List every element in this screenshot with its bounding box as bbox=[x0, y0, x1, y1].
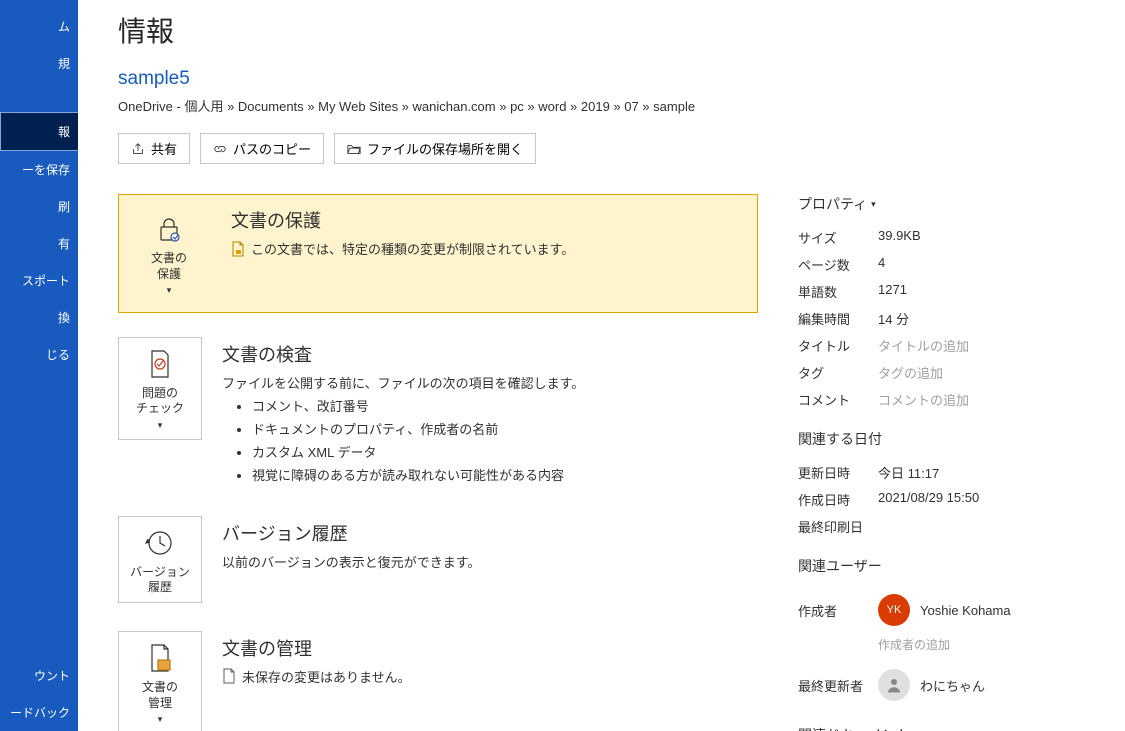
copy-path-button[interactable]: パスのコピー bbox=[200, 133, 324, 164]
prop-row-created: 作成日時 2021/08/29 15:50 bbox=[798, 486, 1078, 513]
related-dates-header: 関連する日付 bbox=[798, 429, 1078, 449]
prop-row-comments[interactable]: コメント コメントの追加 bbox=[798, 386, 1078, 413]
version-history-button[interactable]: バージョン 履歴 bbox=[118, 516, 202, 603]
sidebar-item-save-copy[interactable]: ーを保存 bbox=[0, 151, 78, 188]
inspect-title: 文書の検査 bbox=[222, 341, 758, 367]
prop-row-size: サイズ 39.9KB bbox=[798, 224, 1078, 251]
prop-row-title[interactable]: タイトル タイトルの追加 bbox=[798, 332, 1078, 359]
author-label: 作成者 bbox=[798, 601, 878, 620]
last-modified-user[interactable]: わにちゃん bbox=[878, 665, 985, 705]
share-icon bbox=[131, 142, 145, 156]
document-title: sample5 bbox=[118, 68, 1095, 90]
prop-row-pages: ページ数 4 bbox=[798, 251, 1078, 278]
sidebar-item-info[interactable]: 報 bbox=[0, 112, 78, 151]
breadcrumb: OneDrive - 個人用 » Documents » My Web Site… bbox=[118, 96, 1095, 115]
avatar: YK bbox=[878, 594, 910, 626]
protect-document-button[interactable]: 文書の 保護 ▾ bbox=[127, 203, 211, 304]
sidebar-item-print[interactable]: 刷 bbox=[0, 188, 78, 225]
manage-document-block: 文書の 管理 ▾ 文書の管理 未保存の変更はありません。 bbox=[118, 631, 758, 731]
manage-title: 文書の管理 bbox=[222, 635, 758, 661]
document-icon bbox=[222, 668, 236, 684]
version-desc: 以前のバージョンの表示と復元ができます。 bbox=[222, 552, 758, 571]
sidebar-item-transform[interactable]: 換 bbox=[0, 299, 78, 336]
chevron-down-icon: ▾ bbox=[167, 285, 172, 295]
prop-row-words: 単語数 1271 bbox=[798, 278, 1078, 305]
avatar bbox=[878, 669, 910, 701]
share-button[interactable]: 共有 bbox=[118, 133, 190, 164]
prop-row-modified: 更新日時 今日 11:17 bbox=[798, 459, 1078, 486]
sidebar-item-close[interactable]: じる bbox=[0, 336, 78, 373]
action-row: 共有 パスのコピー ファイルの保存場所を開く bbox=[118, 133, 1095, 164]
document-lock-icon bbox=[231, 241, 245, 257]
list-item: ドキュメントのプロパティ、作成者の名前 bbox=[252, 419, 758, 438]
check-document-icon bbox=[144, 348, 176, 380]
sidebar-item-share[interactable]: 有 bbox=[0, 225, 78, 262]
lock-icon bbox=[153, 213, 185, 245]
chevron-down-icon: ▾ bbox=[158, 420, 163, 430]
list-item: 視覚に障碍のある方が読み取れない可能性がある内容 bbox=[252, 465, 758, 484]
manage-desc: 未保存の変更はありません。 bbox=[242, 667, 411, 686]
main-panel: 情報 sample5 OneDrive - 個人用 » Documents » … bbox=[78, 0, 1125, 731]
list-item: コメント、改訂番号 bbox=[252, 396, 758, 415]
prop-row-edit-time: 編集時間 14 分 bbox=[798, 305, 1078, 332]
protect-desc: この文書では、特定の種類の変更が制限されています。 bbox=[251, 239, 574, 258]
backstage-sidebar: ム 規 報 ーを保存 刷 有 スポート 換 じる ウント ードバック bbox=[0, 0, 78, 731]
page-title: 情報 bbox=[118, 10, 1095, 50]
inspect-list: コメント、改訂番号 ドキュメントのプロパティ、作成者の名前 カスタム XML デ… bbox=[252, 396, 758, 484]
sidebar-item-export[interactable]: スポート bbox=[0, 262, 78, 299]
sidebar-item-account[interactable]: ウント bbox=[0, 657, 78, 694]
related-users-header: 関連ユーザー bbox=[798, 556, 1078, 576]
open-file-location-button[interactable]: ファイルの保存場所を開く bbox=[334, 133, 536, 164]
list-item: カスタム XML データ bbox=[252, 442, 758, 461]
version-title: バージョン履歴 bbox=[222, 520, 758, 546]
link-icon bbox=[213, 142, 227, 156]
author-user[interactable]: YK Yoshie Kohama bbox=[878, 590, 1011, 630]
inspect-desc: ファイルを公開する前に、ファイルの次の項目を確認します。 bbox=[222, 373, 758, 392]
properties-panel: プロパティ▾ サイズ 39.9KB ページ数 4 単語数 1271 編集時間 1… bbox=[798, 194, 1078, 731]
sidebar-item-new[interactable]: 規 bbox=[0, 45, 78, 82]
related-documents-header: 関連ドキュメント bbox=[798, 725, 1078, 731]
history-icon bbox=[144, 527, 176, 559]
last-modified-by-label: 最終更新者 bbox=[798, 676, 878, 695]
folder-open-icon bbox=[347, 142, 361, 156]
inspect-document-block: 問題の チェック ▾ 文書の検査 ファイルを公開する前に、ファイルの次の項目を確… bbox=[118, 337, 758, 488]
document-manage-icon bbox=[144, 642, 176, 674]
protect-title: 文書の保護 bbox=[231, 207, 749, 233]
person-icon bbox=[885, 676, 903, 694]
protect-document-block: 文書の 保護 ▾ 文書の保護 この文書では、特定の種類の変更が制限されています。 bbox=[118, 194, 758, 313]
manage-document-button[interactable]: 文書の 管理 ▾ bbox=[118, 631, 202, 731]
prop-row-last-printed: 最終印刷日 bbox=[798, 513, 1078, 540]
prop-row-tags[interactable]: タグ タグの追加 bbox=[798, 359, 1078, 386]
check-issues-button[interactable]: 問題の チェック ▾ bbox=[118, 337, 202, 440]
properties-header[interactable]: プロパティ▾ bbox=[798, 194, 1078, 214]
add-author-field[interactable]: 作成者の追加 bbox=[878, 634, 1078, 661]
chevron-down-icon: ▾ bbox=[158, 714, 163, 724]
chevron-down-icon: ▾ bbox=[871, 199, 876, 210]
sidebar-item-feedback[interactable]: ードバック bbox=[0, 694, 78, 731]
version-history-block: バージョン 履歴 バージョン履歴 以前のバージョンの表示と復元ができます。 bbox=[118, 516, 758, 603]
sidebar-item-home[interactable]: ム bbox=[0, 8, 78, 45]
